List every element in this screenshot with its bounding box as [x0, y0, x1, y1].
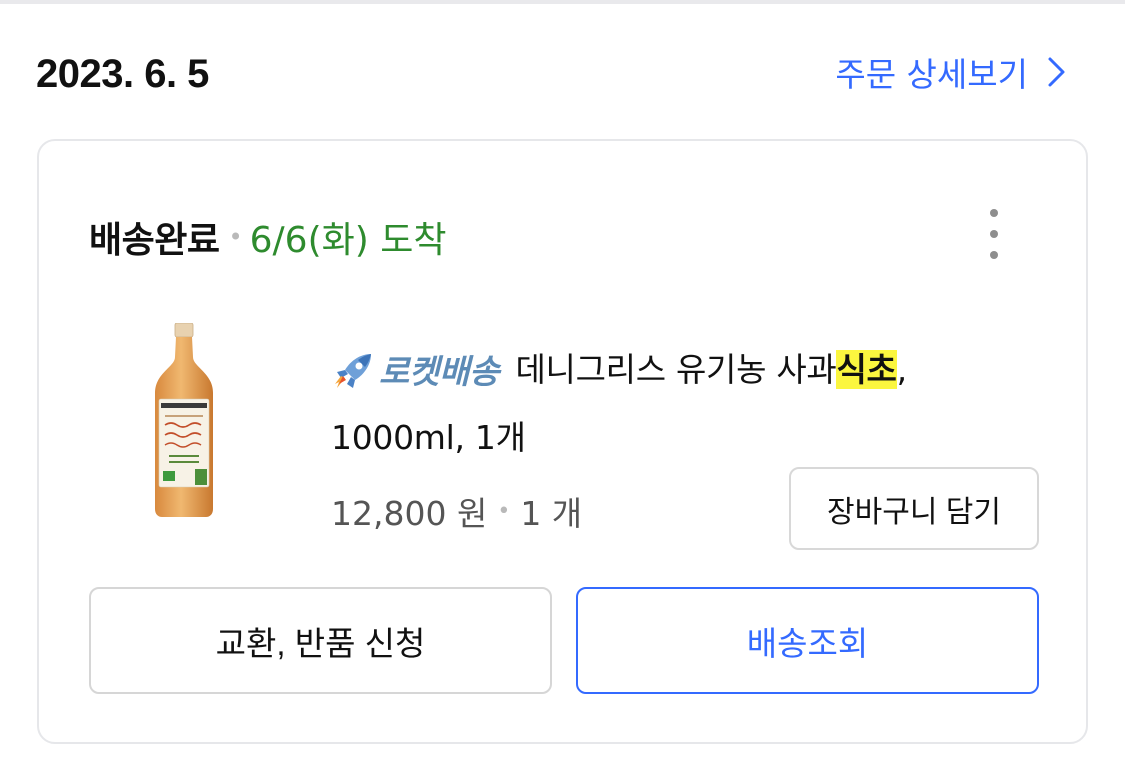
- order-detail-label: 주문 상세보기: [835, 55, 1028, 94]
- rocket-delivery-label: 로켓배송: [379, 351, 500, 391]
- top-divider: [0, 0, 1125, 4]
- product-name[interactable]: 로켓배송 데니그리스 유기농 사과식초, 1000ml, 1개: [331, 337, 1051, 471]
- arrival-date: 6/6(화) 도착: [249, 220, 447, 261]
- add-to-cart-button[interactable]: 장바구니 담기: [789, 467, 1039, 550]
- product-quantity: 1 개: [520, 494, 583, 533]
- price-row: 12,800 원 • 1 개: [331, 487, 582, 535]
- more-dot: [990, 209, 998, 217]
- order-date: 2023. 6. 5: [36, 52, 209, 96]
- more-dot: [990, 251, 998, 259]
- product-price: 12,800 원: [331, 494, 488, 533]
- search-highlight: 식초: [836, 350, 897, 389]
- more-dot: [990, 230, 998, 238]
- more-vertical-icon[interactable]: [982, 209, 1006, 259]
- product-thumbnail[interactable]: [151, 323, 217, 517]
- rocket-delivery-badge: 로켓배송: [331, 339, 500, 405]
- product-info: 로켓배송 데니그리스 유기농 사과식초, 1000ml, 1개: [331, 337, 1051, 471]
- product-name-suffix: ,: [896, 350, 908, 389]
- track-delivery-button[interactable]: 배송조회: [576, 587, 1039, 694]
- separator-dot: •: [497, 498, 511, 524]
- exchange-return-button[interactable]: 교환, 반품 신청: [89, 587, 552, 694]
- product-name-text: 데니그리스 유기농 사과: [515, 350, 837, 389]
- status-label: 배송완료: [89, 220, 220, 261]
- delivery-status: 배송완료 • 6/6(화) 도착: [89, 211, 446, 263]
- rocket-icon: [335, 353, 371, 388]
- order-header: 2023. 6. 5 주문 상세보기: [36, 50, 1086, 100]
- chevron-right-icon: [1048, 57, 1065, 87]
- order-card: 배송완료 • 6/6(화) 도착 로켓배송 데니그리스 유기농 사과식초, 10…: [37, 139, 1088, 744]
- product-option: 1000ml, 1개: [331, 417, 526, 457]
- separator-dot: •: [228, 223, 243, 251]
- order-detail-link[interactable]: 주문 상세보기: [835, 50, 1068, 94]
